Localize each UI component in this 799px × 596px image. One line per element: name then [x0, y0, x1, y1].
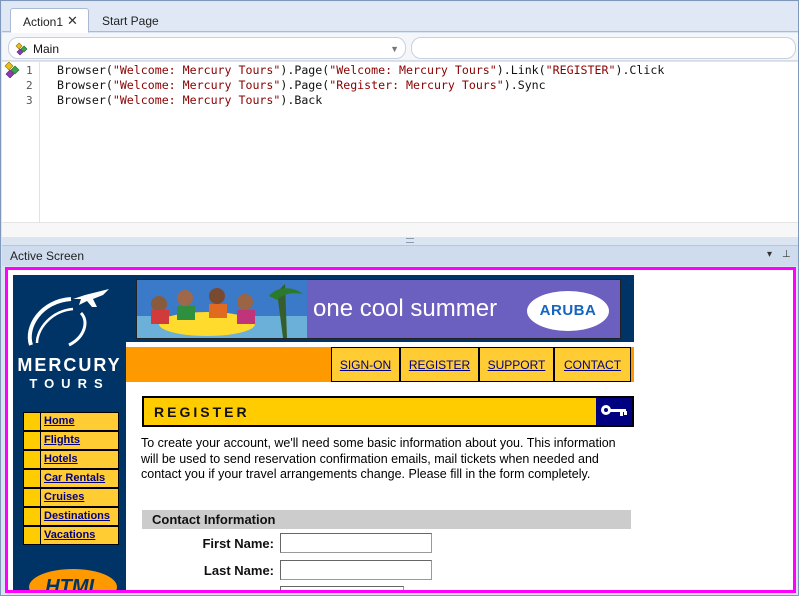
- top-nav-item-contact[interactable]: CONTACT: [554, 347, 631, 382]
- last-name-field[interactable]: [280, 560, 432, 580]
- first-name-field[interactable]: [280, 533, 432, 553]
- top-nav-item-support[interactable]: SUPPORT: [479, 347, 554, 382]
- code-line-1[interactable]: Browser("Welcome: Mercury Tours").Page("…: [57, 63, 664, 77]
- nav-bullet: [24, 508, 41, 525]
- pin-icon[interactable]: ⊥: [782, 249, 791, 260]
- procedure-selected: Main: [33, 42, 60, 56]
- code-token: ).Sync: [503, 78, 546, 92]
- top-nav-item-sign-on[interactable]: SIGN-ON: [331, 347, 400, 382]
- nav-bullet: [24, 413, 41, 430]
- side-nav-item-cruises[interactable]: Cruises: [23, 488, 119, 507]
- pane-splitter[interactable]: [2, 237, 798, 245]
- code-editor[interactable]: 1 2 3 Browser("Welcome: Mercury Tours").…: [2, 62, 798, 237]
- side-nav: Home Flights Hotels Car Rentals Cruises …: [23, 412, 119, 545]
- side-nav-link[interactable]: Vacations: [44, 529, 95, 541]
- brand-name: MERCURY: [17, 355, 122, 375]
- phone-field[interactable]: [280, 586, 404, 590]
- code-token: ).Page(: [280, 63, 330, 77]
- banner-headline: one cool summer: [313, 295, 498, 322]
- code-line-3[interactable]: Browser("Welcome: Mercury Tours").Back: [57, 93, 322, 107]
- line-number: 2: [26, 79, 33, 92]
- mercury-logo-icon: [27, 289, 109, 347]
- last-name-label: Last Name:: [203, 563, 274, 578]
- code-token: ).Click: [615, 63, 665, 77]
- code-string: "Welcome: Mercury Tours": [329, 63, 497, 77]
- procedure-toolbar: Main ▼: [2, 33, 798, 61]
- side-nav-item-destinations[interactable]: Destinations: [23, 507, 119, 526]
- code-token: Browser(: [57, 78, 113, 92]
- code-token: Browser(: [57, 93, 113, 107]
- pane-menu-icon[interactable]: ▾: [767, 249, 772, 260]
- side-nav-item-car-rentals[interactable]: Car Rentals: [23, 469, 119, 488]
- horizontal-scrollbar[interactable]: [2, 222, 798, 237]
- promo-banner[interactable]: one cool summer ARUBA: [126, 275, 634, 342]
- nav-bullet: [24, 470, 41, 487]
- side-nav-link[interactable]: Home: [44, 415, 75, 427]
- side-nav-item-home[interactable]: Home: [23, 412, 119, 431]
- current-step-icon: [4, 62, 20, 78]
- side-nav-link[interactable]: Cruises: [44, 491, 84, 503]
- contact-section-header: Contact Information: [142, 510, 631, 529]
- aruba-logo-text: ARUBA: [539, 302, 597, 319]
- register-intro: To create your account, we'll need some …: [141, 436, 616, 481]
- function-dropdown[interactable]: [411, 37, 796, 59]
- badge-text: HTML: [45, 576, 101, 593]
- tab-start-page-label: Start Page: [102, 14, 159, 28]
- code-token: ).Back: [280, 93, 323, 107]
- splitter-grip-icon[interactable]: [406, 238, 414, 243]
- action-icon: [15, 42, 28, 56]
- side-nav-link[interactable]: Hotels: [44, 453, 78, 465]
- code-token: Browser(: [57, 63, 113, 77]
- side-nav-item-vacations[interactable]: Vacations: [23, 526, 119, 545]
- line-number: 3: [26, 94, 33, 107]
- active-screen-view: MERCURY TOURS Home Flights Hotels Car Re…: [5, 267, 796, 593]
- top-nav-link[interactable]: REGISTER: [401, 348, 478, 372]
- tab-action1-label: Action1: [23, 15, 64, 29]
- code-string: "Welcome: Mercury Tours": [112, 78, 281, 92]
- ide-window: Action1 ✕ Start Page Main ▼ 1 2 3 Browse…: [0, 0, 799, 596]
- first-name-label: First Name:: [202, 536, 274, 551]
- nav-bullet: [24, 527, 41, 544]
- side-nav-link[interactable]: Destinations: [44, 510, 110, 522]
- top-nav: SIGN-ON REGISTER SUPPORT CONTACT: [126, 347, 634, 382]
- nav-bullet: [24, 451, 41, 468]
- tab-start-page[interactable]: Start Page: [90, 8, 176, 33]
- side-nav-link[interactable]: Flights: [44, 434, 80, 446]
- code-string: "Welcome: Mercury Tours": [112, 93, 281, 107]
- side-nav-item-hotels[interactable]: Hotels: [23, 450, 119, 469]
- nav-bullet: [24, 432, 41, 449]
- close-icon[interactable]: ✕: [67, 13, 78, 29]
- side-nav-item-flights[interactable]: Flights: [23, 431, 119, 450]
- beach-photo: [137, 280, 307, 338]
- aruba-logo: ARUBA: [527, 291, 609, 331]
- brand-subtitle: TOURS: [29, 376, 110, 391]
- line-number-gutter: 1 2 3: [2, 62, 40, 222]
- code-string: "REGISTER": [545, 63, 616, 77]
- code-string: "Welcome: Mercury Tours": [112, 63, 281, 77]
- code-string: "Register: Mercury Tours": [329, 78, 504, 92]
- procedure-dropdown[interactable]: Main ▼: [8, 37, 406, 59]
- site-left-column: MERCURY TOURS Home Flights Hotels Car Re…: [13, 275, 126, 593]
- section-title: Contact Information: [152, 512, 276, 527]
- code-token: ).Link(: [496, 63, 546, 77]
- register-title: REGISTER: [154, 404, 250, 420]
- nav-bullet: [24, 489, 41, 506]
- tab-action1[interactable]: Action1 ✕: [10, 8, 89, 33]
- code-token: ).Page(: [280, 78, 330, 92]
- top-nav-item-register[interactable]: REGISTER: [400, 347, 479, 382]
- document-tab-strip: Action1 ✕ Start Page: [2, 2, 798, 33]
- code-line-2[interactable]: Browser("Welcome: Mercury Tours").Page("…: [57, 78, 546, 92]
- chevron-down-icon[interactable]: ▼: [390, 44, 399, 54]
- top-nav-link[interactable]: CONTACT: [555, 348, 630, 372]
- top-nav-link[interactable]: SUPPORT: [480, 348, 553, 372]
- banner-frame: one cool summer ARUBA: [136, 279, 621, 339]
- register-header: REGISTER: [142, 396, 634, 427]
- pane-title: Active Screen: [10, 249, 85, 263]
- top-nav-link[interactable]: SIGN-ON: [332, 348, 399, 372]
- side-nav-link[interactable]: Car Rentals: [44, 472, 105, 484]
- html-badge-icon: HTML: [29, 569, 117, 593]
- active-screen-header: Active Screen ▾ ⊥: [2, 245, 798, 266]
- key-icon: [596, 398, 632, 425]
- line-number: 1: [26, 64, 33, 77]
